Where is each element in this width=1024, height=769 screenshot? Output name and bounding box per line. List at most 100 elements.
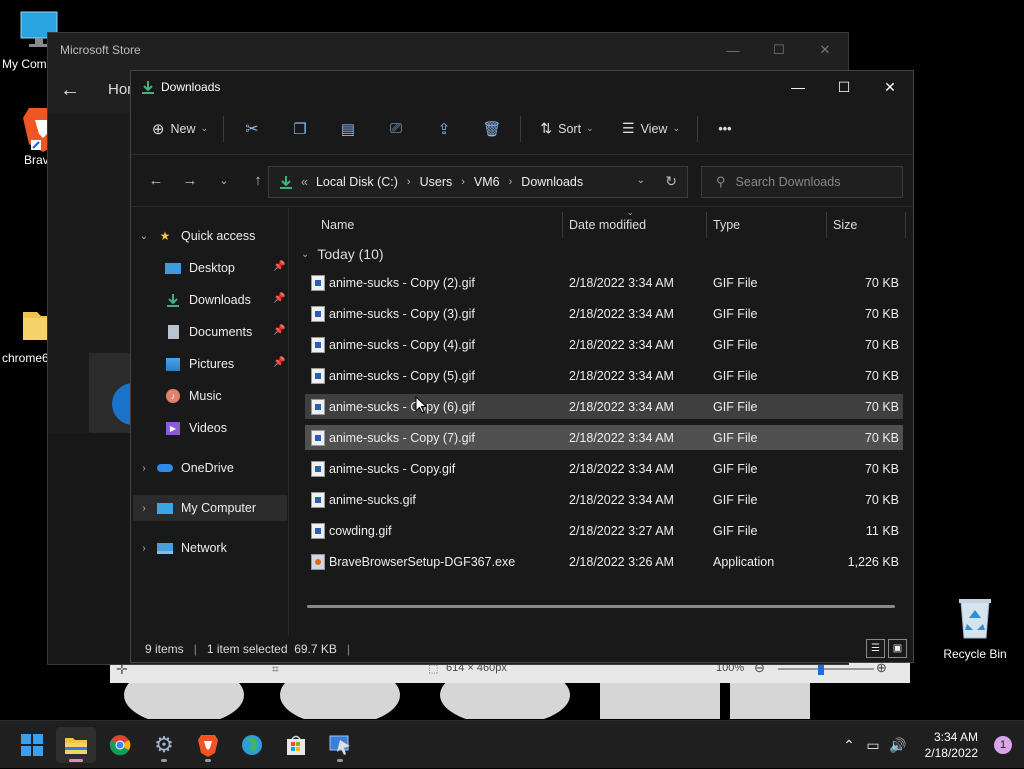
file-row-selected[interactable]: anime-sucks - Copy (7).gif 2/18/2022 3:3… [305, 425, 903, 450]
chevron-right-icon[interactable]: › [137, 543, 151, 554]
file-row[interactable]: BraveBrowserSetup-DGF367.exe 2/18/2022 3… [305, 549, 903, 574]
overflow-chevron[interactable]: « [301, 175, 308, 189]
sidebar-item-onedrive[interactable]: › OneDrive [137, 455, 287, 481]
sidebar-label: Videos [189, 421, 227, 435]
globe-icon [240, 733, 264, 757]
volume-icon[interactable]: 🔊 [886, 737, 910, 754]
taskbar-store[interactable] [276, 727, 316, 763]
taskbar-file-explorer[interactable] [56, 727, 96, 763]
cloud-icon [157, 461, 173, 475]
column-header-label: Date modified [569, 218, 646, 232]
clock[interactable]: 3:34 AM 2/18/2022 [925, 729, 978, 761]
sidebar-item-quick-access[interactable]: ⌄ ★ Quick access [137, 223, 287, 249]
sidebar-item-desktop[interactable]: Desktop [159, 255, 287, 281]
file-name: cowding.gif [329, 524, 392, 538]
back-arrow-icon[interactable]: ← [139, 166, 173, 196]
taskbar-settings[interactable]: ⚙ [144, 727, 184, 763]
group-header-today[interactable]: ⌄ Today (10) [301, 246, 384, 262]
sidebar-item-videos[interactable]: ▶ Videos [159, 415, 287, 441]
file-explorer-window[interactable]: Downloads — ☐ ✕ ⊕ New ⌄ ✂ ❐ ▤ ⎚ ⇪ 🗑 ⇅ So… [130, 70, 914, 663]
sidebar-item-documents[interactable]: Documents [159, 319, 287, 345]
taskbar-brave[interactable] [188, 727, 228, 763]
sidebar-item-network[interactable]: › Network [137, 535, 287, 561]
file-date: 2/18/2022 3:34 AM [569, 369, 674, 383]
file-row[interactable]: anime-sucks - Copy (4).gif 2/18/2022 3:3… [305, 332, 903, 357]
address-bar[interactable]: « Local Disk (C:) › Users › VM6 › Downlo… [268, 166, 688, 198]
file-row[interactable]: anime-sucks - Copy.gif 2/18/2022 3:34 AM… [305, 456, 903, 481]
file-size: 70 KB [865, 462, 899, 476]
sidebar-item-my-computer[interactable]: › My Computer [133, 495, 287, 521]
pin-icon[interactable]: 📌 [273, 293, 285, 304]
search-box[interactable]: ⚲ Search Downloads [701, 166, 903, 198]
pin-icon[interactable]: 📌 [273, 357, 285, 368]
file-row-hovered[interactable]: anime-sucks - Copy (6).gif 2/18/2022 3:3… [305, 394, 903, 419]
rename-button[interactable]: ⎚ [372, 112, 420, 146]
column-header-type[interactable]: Type [713, 210, 740, 240]
sort-button[interactable]: ⇅ Sort ⌄ [525, 112, 609, 146]
scissors-icon: ✂ [245, 119, 258, 139]
maximize-icon[interactable]: ☐ [756, 33, 802, 67]
column-header-date[interactable]: Date modified ⌄ [569, 210, 646, 240]
desktop-icon-recycle-bin[interactable]: Recycle Bin [940, 596, 1010, 661]
copy-button[interactable]: ❐ [276, 112, 324, 146]
sidebar-label: Desktop [189, 261, 235, 275]
breadcrumb-downloads[interactable]: Downloads [521, 175, 583, 189]
column-header-name[interactable]: Name [321, 210, 354, 240]
start-button[interactable] [12, 727, 52, 763]
file-row[interactable]: anime-sucks - Copy (3).gif 2/18/2022 3:3… [305, 301, 903, 326]
recent-locations-chevron-icon[interactable]: ⌄ [207, 166, 241, 196]
cut-button[interactable]: ✂ [228, 112, 276, 146]
paste-button[interactable]: ▤ [324, 112, 372, 146]
sidebar-item-downloads[interactable]: Downloads [159, 287, 287, 313]
sidebar-item-pictures[interactable]: Pictures [159, 351, 287, 377]
back-arrow-icon[interactable]: ← [60, 79, 80, 102]
file-list: Name Date modified ⌄ Type Size ⌄ Today (… [291, 208, 913, 636]
forward-arrow-icon[interactable]: → [173, 166, 207, 196]
desktop-icon-label: Recycle Bin [930, 647, 1020, 661]
taskbar-maps[interactable] [232, 727, 272, 763]
taskbar-chrome[interactable] [100, 727, 140, 763]
file-date: 2/18/2022 3:27 AM [569, 524, 674, 538]
minimize-icon[interactable]: — [710, 33, 756, 67]
taskbar-remote-app[interactable] [320, 727, 360, 763]
item-count: 9 items [145, 642, 184, 656]
horizontal-scrollbar[interactable] [307, 605, 895, 608]
file-row[interactable]: anime-sucks.gif 2/18/2022 3:34 AM GIF Fi… [305, 487, 903, 512]
breadcrumb-local-disk[interactable]: Local Disk (C:) [316, 175, 398, 189]
minimize-icon[interactable]: — [775, 71, 821, 103]
chevron-right-icon[interactable]: › [509, 176, 513, 188]
chevron-up-icon[interactable]: ⌃ [838, 737, 860, 754]
chevron-right-icon[interactable]: › [137, 503, 151, 514]
share-button[interactable]: ⇪ [420, 112, 468, 146]
chevron-right-icon[interactable]: › [407, 176, 411, 188]
sidebar-item-music[interactable]: ♪ Music [159, 383, 287, 409]
search-icon: ⚲ [716, 174, 726, 190]
zoom-slider[interactable] [778, 668, 874, 670]
file-row[interactable]: anime-sucks - Copy (5).gif 2/18/2022 3:3… [305, 363, 903, 388]
view-button[interactable]: ☰ View ⌄ [609, 112, 693, 146]
file-row[interactable]: cowding.gif 2/18/2022 3:27 AM GIF File 1… [305, 518, 903, 543]
address-dropdown-icon[interactable]: ⌄ [637, 175, 645, 186]
notification-badge[interactable]: 1 [994, 736, 1012, 754]
sidebar-label: Quick access [181, 229, 255, 243]
more-options-button[interactable]: ••• [702, 112, 748, 146]
close-icon[interactable]: ✕ [802, 33, 848, 67]
network-icon[interactable]: ▭ [860, 737, 886, 754]
chevron-right-icon[interactable]: › [137, 463, 151, 474]
breadcrumb-users[interactable]: Users [420, 175, 453, 189]
pin-icon[interactable]: 📌 [273, 325, 285, 336]
new-button[interactable]: ⊕ New ⌄ [141, 112, 219, 146]
refresh-icon[interactable]: ↻ [665, 173, 677, 190]
chevron-down-icon[interactable]: ⌄ [137, 231, 151, 242]
column-header-size[interactable]: Size [833, 210, 857, 240]
delete-button[interactable]: 🗑 [468, 112, 516, 146]
tiles-view-icon[interactable]: ▣ [888, 639, 907, 658]
chevron-right-icon[interactable]: › [461, 176, 465, 188]
maximize-icon[interactable]: ☐ [821, 71, 867, 103]
file-date: 2/18/2022 3:26 AM [569, 555, 674, 569]
file-row[interactable]: anime-sucks - Copy (2).gif 2/18/2022 3:3… [305, 270, 903, 295]
breadcrumb-vm6[interactable]: VM6 [474, 175, 500, 189]
close-icon[interactable]: ✕ [867, 71, 913, 103]
pin-icon[interactable]: 📌 [273, 261, 285, 272]
details-view-icon[interactable]: ☰ [866, 639, 885, 658]
